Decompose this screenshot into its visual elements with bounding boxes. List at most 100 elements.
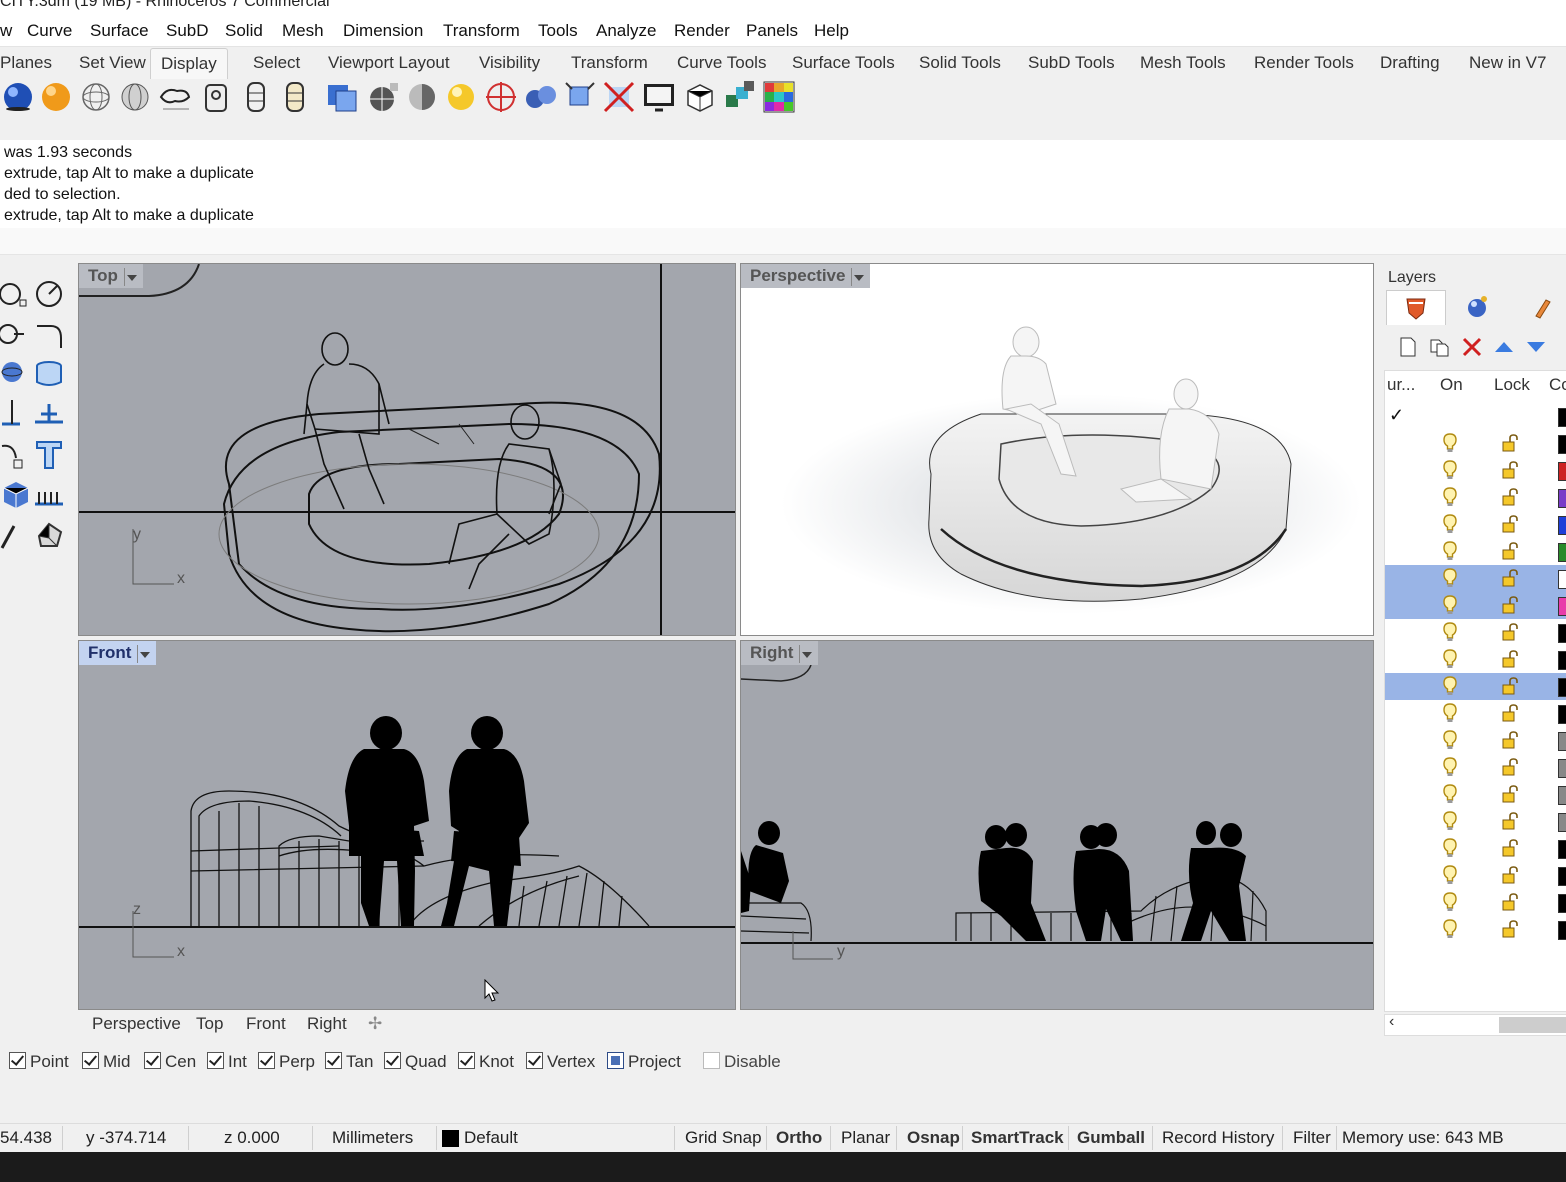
zoom-target-button[interactable]: [483, 79, 519, 115]
monitor-button[interactable]: [641, 79, 677, 115]
layer-row[interactable]: [1385, 511, 1566, 538]
menu-subd[interactable]: SubD: [166, 21, 209, 41]
tab-mesh-tools[interactable]: Mesh Tools: [1140, 53, 1226, 73]
menu-surface[interactable]: Surface: [90, 21, 149, 41]
unlock-icon[interactable]: [1501, 488, 1519, 506]
light-bulb-on-icon[interactable]: [1443, 676, 1457, 696]
layer-color-swatch[interactable]: [1558, 543, 1566, 562]
scroll-left-icon[interactable]: ‹: [1389, 1013, 1394, 1031]
menu-mesh[interactable]: Mesh: [282, 21, 324, 41]
unlock-icon[interactable]: [1501, 731, 1519, 749]
viewport-label-perspective[interactable]: Perspective: [741, 264, 871, 288]
delete-layer-icon[interactable]: [1461, 336, 1483, 358]
unlock-icon[interactable]: [1501, 677, 1519, 695]
light-bulb-on-icon[interactable]: [1443, 433, 1457, 453]
curve-point-icon[interactable]: [0, 278, 32, 310]
layer-row[interactable]: [1385, 673, 1566, 700]
light-bulb-on-icon[interactable]: [1443, 595, 1457, 615]
osnap-vertex[interactable]: Vertex: [526, 1052, 595, 1072]
extrude-icon[interactable]: [0, 398, 32, 430]
fillet-curve-icon[interactable]: [33, 318, 65, 350]
layer-row[interactable]: [1385, 754, 1566, 781]
layer-color-swatch[interactable]: [1558, 651, 1566, 670]
box-display-button[interactable]: [682, 79, 718, 115]
layer-color-swatch[interactable]: [1558, 786, 1566, 805]
layer-color-swatch[interactable]: [1558, 813, 1566, 832]
menu-dimension[interactable]: Dimension: [343, 21, 423, 41]
smarttrack-toggle[interactable]: SmartTrack: [971, 1128, 1064, 1148]
materials-tab[interactable]: [1448, 290, 1506, 324]
unlock-icon[interactable]: [1501, 839, 1519, 857]
checkbox-icon[interactable]: [325, 1052, 342, 1069]
layer-row[interactable]: [1385, 484, 1566, 511]
isolate-button[interactable]: [562, 79, 598, 115]
layer-color-swatch[interactable]: [1558, 894, 1566, 913]
viewport-right[interactable]: y Right: [740, 640, 1374, 1010]
checkbox-icon[interactable]: [607, 1052, 624, 1069]
unlock-icon[interactable]: [1501, 704, 1519, 722]
circle-icon[interactable]: [33, 278, 65, 310]
checkbox-icon[interactable]: [526, 1052, 543, 1069]
layer-row[interactable]: [1385, 619, 1566, 646]
menu-render[interactable]: Render: [674, 21, 730, 41]
tab-new-in-v7[interactable]: New in V7: [1469, 53, 1546, 73]
layer-row[interactable]: [1385, 592, 1566, 619]
column-on[interactable]: On: [1440, 375, 1463, 395]
light-bulb-on-icon[interactable]: [1443, 568, 1457, 588]
move-layer-down-icon[interactable]: [1525, 336, 1547, 358]
layer-row[interactable]: [1385, 565, 1566, 592]
layer-color-swatch[interactable]: [1558, 435, 1566, 454]
transform-icon[interactable]: [0, 438, 32, 470]
unlock-icon[interactable]: [1501, 812, 1519, 830]
unlock-icon[interactable]: [1501, 785, 1519, 803]
tab-viewport-layout[interactable]: Viewport Layout: [328, 53, 450, 73]
layer-color-swatch[interactable]: [1558, 462, 1566, 481]
new-layer-icon[interactable]: [1397, 336, 1419, 358]
light-bulb-on-icon[interactable]: [1443, 703, 1457, 723]
checkbox-icon[interactable]: [384, 1052, 401, 1069]
dimension-icon[interactable]: [33, 398, 65, 430]
layer-color-swatch[interactable]: [1558, 678, 1566, 697]
column-current[interactable]: ur...: [1387, 375, 1415, 395]
layer-row[interactable]: [1385, 727, 1566, 754]
no-display-button[interactable]: [601, 79, 637, 115]
artistic-button[interactable]: [238, 79, 274, 115]
osnap-quad[interactable]: Quad: [384, 1052, 447, 1072]
shaded-sphere-button[interactable]: [0, 79, 36, 115]
layers-horizontal-scrollbar[interactable]: ‹: [1384, 1013, 1566, 1036]
light-bulb-on-icon[interactable]: [1443, 919, 1457, 939]
viewport-label-right[interactable]: Right: [741, 641, 819, 665]
color-grid-button[interactable]: [761, 79, 797, 115]
gumball-toggle[interactable]: Gumball: [1077, 1128, 1145, 1148]
layer-color-swatch[interactable]: [1558, 759, 1566, 778]
properties-tab[interactable]: [1510, 290, 1566, 324]
ortho-toggle[interactable]: Ortho: [776, 1128, 822, 1148]
tab-surface-tools[interactable]: Surface Tools: [792, 53, 895, 73]
menu-tools[interactable]: Tools: [538, 21, 578, 41]
light-bulb-on-icon[interactable]: [1443, 487, 1457, 507]
checkbox-icon[interactable]: [207, 1052, 224, 1069]
layer-row[interactable]: [1385, 808, 1566, 835]
layer-row[interactable]: [1385, 916, 1566, 943]
layer-color-swatch[interactable]: [1558, 732, 1566, 751]
wireframe-sphere-button[interactable]: [78, 79, 114, 115]
layer-color-swatch[interactable]: [1558, 867, 1566, 886]
unlock-icon[interactable]: [1501, 623, 1519, 641]
unlock-icon[interactable]: [1501, 434, 1519, 452]
checkbox-icon[interactable]: [9, 1052, 26, 1069]
viewport-label-front[interactable]: Front: [79, 641, 157, 665]
column-lock[interactable]: Lock: [1494, 375, 1530, 395]
layer-row[interactable]: [1385, 781, 1566, 808]
layer-row[interactable]: [1385, 646, 1566, 673]
light-bulb-on-icon[interactable]: [1443, 514, 1457, 534]
move-layer-up-icon[interactable]: [1493, 336, 1515, 358]
checkbox-icon[interactable]: [144, 1052, 161, 1069]
planar-toggle[interactable]: Planar: [841, 1128, 890, 1148]
surface-icon[interactable]: [0, 358, 32, 390]
layer-row[interactable]: [1385, 862, 1566, 889]
line-icon[interactable]: [0, 518, 32, 550]
xray-button[interactable]: [157, 79, 193, 115]
layer-color-swatch[interactable]: [1558, 597, 1566, 616]
rendered-sphere-button[interactable]: [38, 79, 74, 115]
layer-color-swatch[interactable]: [1558, 516, 1566, 535]
